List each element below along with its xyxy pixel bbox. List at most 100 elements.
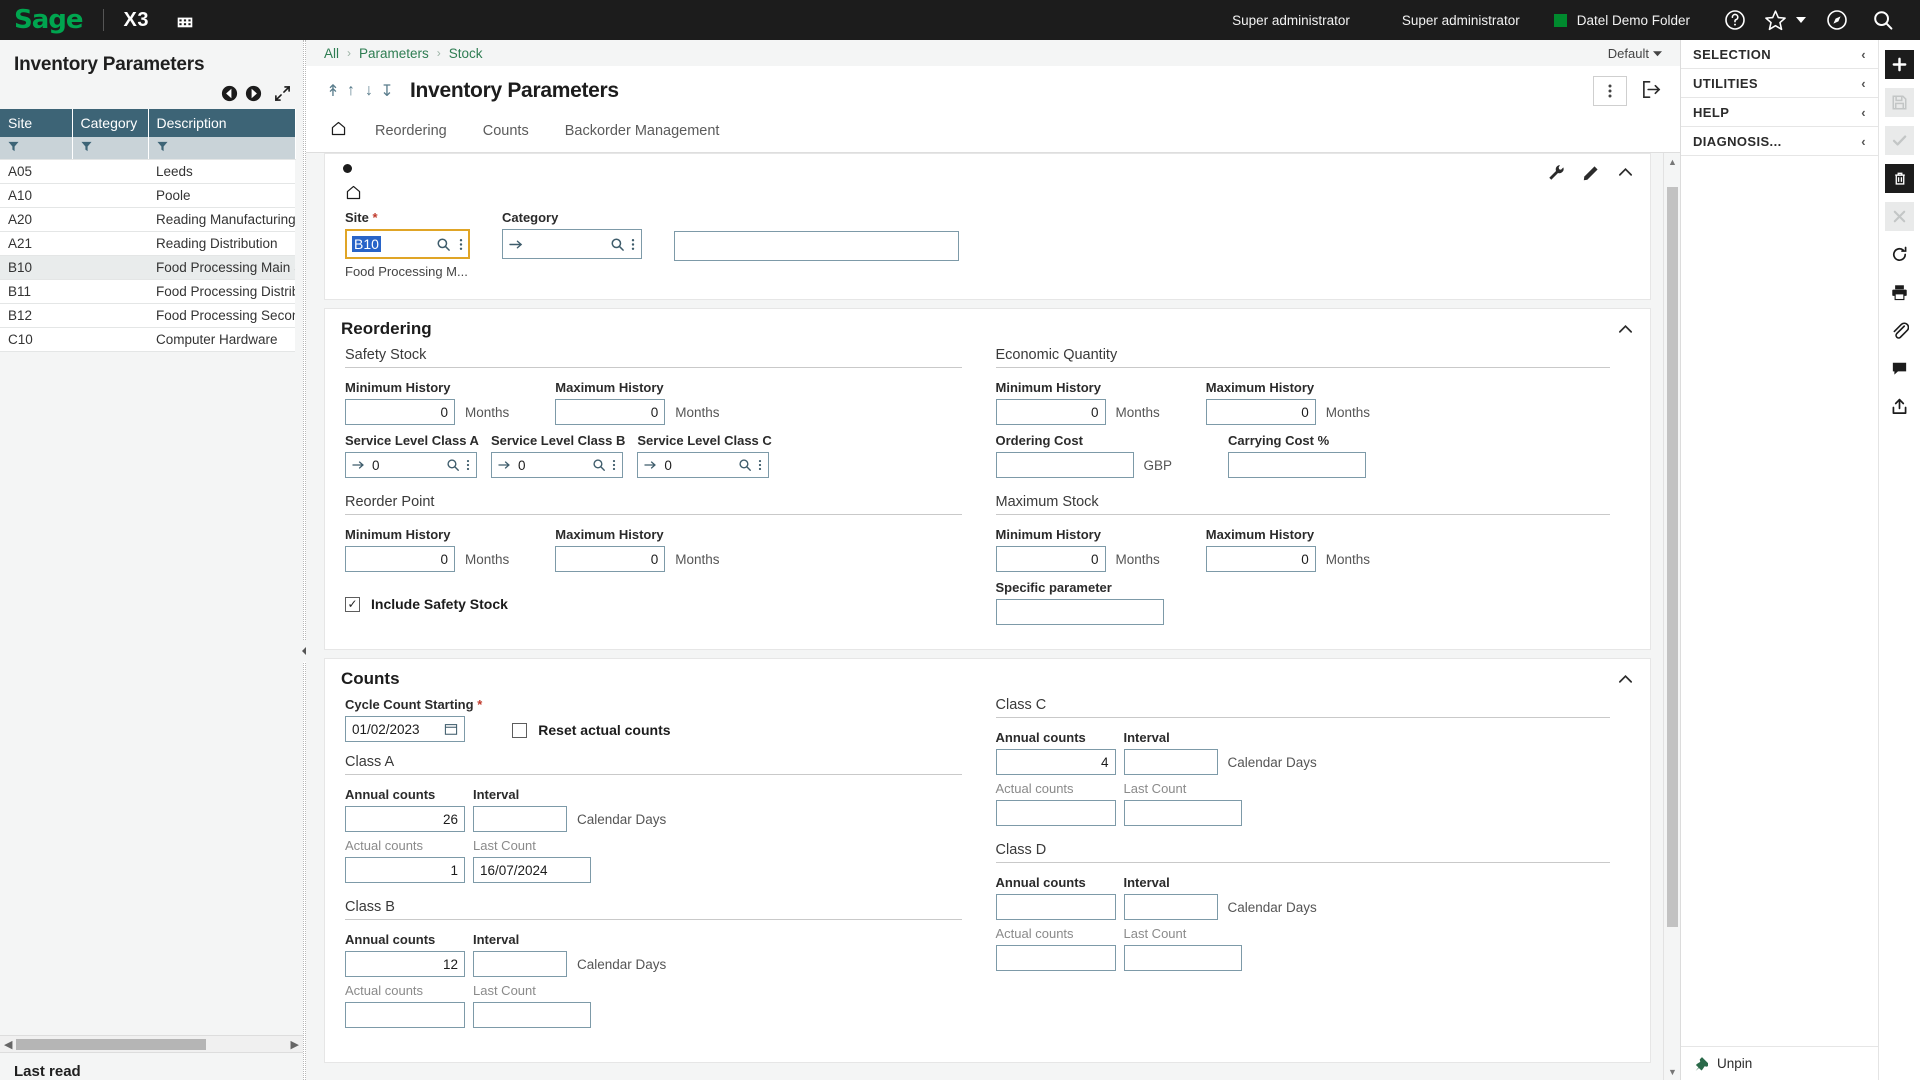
view-selector[interactable]: Default [1608,46,1662,61]
breadcrumb-item-all[interactable]: All [324,46,339,61]
expand-icon[interactable] [274,85,291,102]
chevron-down-icon[interactable] [1792,0,1814,40]
scroll-thumb[interactable] [16,1039,205,1050]
delete-trash-icon[interactable] [1885,164,1914,193]
maxstock-min-history-input[interactable]: 0 [996,546,1106,572]
service-level-a-input[interactable]: 0 [345,452,477,478]
right-panel-section-selection[interactable]: SELECTION‹ [1681,40,1878,69]
breadcrumb-item-stock[interactable]: Stock [449,46,483,61]
search-icon[interactable] [610,237,625,252]
right-panel-section-diagnosis[interactable]: DIAGNOSIS...‹ [1681,127,1878,156]
specific-parameter-input[interactable] [996,599,1164,625]
cycle-count-starting-input[interactable]: 01/02/2023 [345,716,465,742]
scroll-down-icon[interactable]: ▼ [1664,1063,1680,1080]
table-row[interactable]: B12Food Processing Secondary [0,303,295,327]
tab-reordering[interactable]: Reordering [357,117,465,150]
class-d-last-count-input[interactable] [1124,945,1242,971]
chevron-left-icon[interactable]: ‹ [1861,47,1866,62]
search-icon[interactable] [1860,0,1906,40]
class-b-interval-input[interactable] [473,951,567,977]
maxstock-max-history-input[interactable]: 0 [1206,546,1316,572]
next-record-icon[interactable] [244,84,263,103]
print-icon[interactable] [1885,278,1914,307]
search-icon[interactable] [446,458,460,472]
folder-selector[interactable]: Datel Demo Folder [1546,13,1712,28]
class-d-annual-counts-input[interactable] [996,894,1116,920]
more-options-icon[interactable] [459,238,463,251]
left-panel-horizontal-scrollbar[interactable]: ◀ ▶ [0,1035,303,1053]
category-input[interactable] [502,229,642,259]
reorder-min-history-input[interactable]: 0 [345,546,455,572]
class-c-annual-counts-input[interactable]: 4 [996,749,1116,775]
cancel-close-icon[interactable] [1885,202,1914,231]
share-export-icon[interactable] [1885,392,1914,421]
help-icon[interactable] [1712,0,1758,40]
filter-description[interactable] [148,137,295,159]
scroll-right-icon[interactable]: ▶ [291,1038,299,1051]
calendar-icon[interactable] [444,722,458,736]
collapse-icon[interactable] [1617,163,1634,182]
tab-home[interactable] [324,114,357,152]
chevron-left-icon[interactable]: ‹ [1861,134,1866,149]
scroll-thumb[interactable] [1667,187,1678,927]
ordering-cost-input[interactable] [996,452,1134,478]
attachment-icon[interactable] [1885,316,1914,345]
save-icon[interactable] [1885,88,1914,117]
table-row[interactable]: A05Leeds [0,159,295,183]
table-row[interactable]: B11Food Processing Distribution [0,279,295,303]
new-icon[interactable] [1885,50,1914,79]
refresh-icon[interactable] [1885,240,1914,269]
class-d-interval-input[interactable] [1124,894,1218,920]
table-row[interactable]: B10Food Processing Main Site [0,255,295,279]
collapse-icon[interactable] [1617,321,1634,338]
calendar-icon[interactable] [175,10,195,30]
breadcrumb-item-parameters[interactable]: Parameters [359,46,429,61]
column-header-category[interactable]: Category [72,109,148,137]
service-level-b-input[interactable]: 0 [491,452,623,478]
class-b-last-count-input[interactable] [473,1002,591,1028]
exit-icon[interactable] [1641,79,1662,103]
class-a-annual-counts-input[interactable]: 26 [345,806,465,832]
class-c-last-count-input[interactable] [1124,800,1242,826]
reset-actual-counts-checkbox[interactable] [512,723,527,738]
class-b-annual-counts-input[interactable]: 12 [345,951,465,977]
arrow-right-icon[interactable] [498,459,512,471]
class-c-interval-input[interactable] [1124,749,1218,775]
user-label-2[interactable]: Super administrator [1376,13,1546,28]
column-header-description[interactable]: Description [148,109,295,137]
chevron-left-icon[interactable]: ‹ [1861,76,1866,91]
filter-site[interactable] [0,137,72,159]
table-row[interactable]: A21Reading Distribution [0,231,295,255]
arrow-right-icon[interactable] [352,459,366,471]
search-icon[interactable] [436,237,451,252]
eq-max-history-input[interactable]: 0 [1206,399,1316,425]
right-panel-section-utilities[interactable]: UTILITIES‹ [1681,69,1878,98]
sage-logo[interactable]: Sage [14,5,83,35]
more-options-icon[interactable] [1593,76,1627,106]
prev-record-icon[interactable]: ↑ [342,82,360,100]
first-record-icon[interactable]: ↟ [324,81,342,101]
right-panel-section-help[interactable]: HELP‹ [1681,98,1878,127]
tab-backorder-management[interactable]: Backorder Management [547,117,738,150]
search-icon[interactable] [738,458,752,472]
scroll-left-icon[interactable]: ◀ [4,1038,12,1051]
compass-icon[interactable] [1814,0,1860,40]
chevron-left-icon[interactable]: ‹ [1861,105,1866,120]
unpin-button[interactable]: Unpin [1681,1046,1878,1080]
arrow-right-icon[interactable] [644,459,658,471]
more-options-icon[interactable] [466,459,470,471]
table-row[interactable]: C10Computer Hardware [0,327,295,351]
safety-min-history-input[interactable]: 0 [345,399,455,425]
service-level-c-input[interactable]: 0 [637,452,769,478]
last-record-icon[interactable]: ↧ [378,81,396,101]
confirm-check-icon[interactable] [1885,126,1914,155]
next-record-icon[interactable]: ↓ [360,82,378,100]
carrying-cost-input[interactable] [1228,452,1366,478]
scroll-up-icon[interactable]: ▲ [1664,153,1680,170]
pencil-icon[interactable] [1582,163,1601,182]
comment-icon[interactable] [1885,354,1914,383]
table-row[interactable]: A10Poole [0,183,295,207]
arrow-right-icon[interactable] [509,238,524,251]
include-safety-stock-checkbox[interactable]: ✓ [345,597,360,612]
prev-record-icon[interactable] [220,84,239,103]
